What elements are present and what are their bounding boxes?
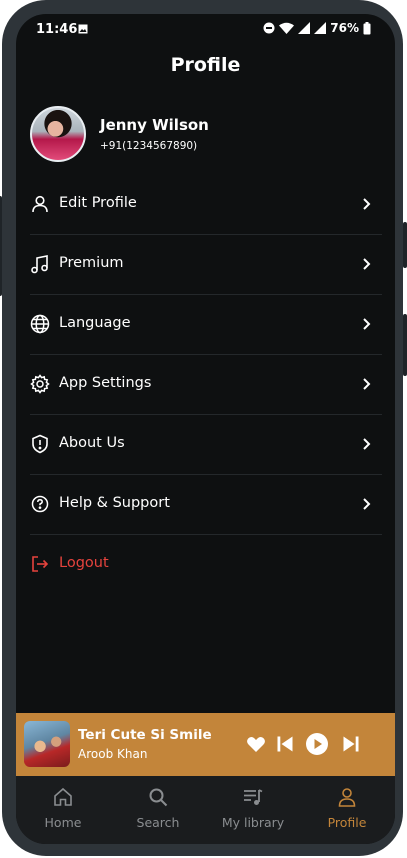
nav-profile[interactable]: Profile xyxy=(301,786,393,830)
question-circle-icon xyxy=(31,495,49,513)
menu-item-label: App Settings xyxy=(59,375,152,391)
menu-item-premium[interactable]: Premium xyxy=(30,235,382,295)
status-icons: 76% xyxy=(263,21,371,35)
phone-side-button xyxy=(403,222,407,268)
wifi-icon xyxy=(279,22,295,34)
menu-item-edit-profile[interactable]: Edit Profile xyxy=(30,175,382,235)
app-screen: 11:46 76% Profile Jenny Wilson +91(12345… xyxy=(16,14,395,844)
user-phone: +91(1234567890) xyxy=(100,140,198,152)
menu-item-label: Language xyxy=(59,315,131,331)
user-name: Jenny Wilson xyxy=(100,116,209,134)
profile-menu: Edit Profile Premium Language App Settin… xyxy=(30,175,382,594)
globe-icon xyxy=(30,314,50,334)
chevron-right-icon xyxy=(363,198,371,210)
heart-icon[interactable] xyxy=(245,733,267,755)
phone-side-button xyxy=(403,314,407,376)
user-icon xyxy=(32,195,48,213)
profile-header: Jenny Wilson +91(1234567890) xyxy=(30,106,380,162)
menu-item-about-us[interactable]: About Us xyxy=(30,415,382,475)
chevron-right-icon xyxy=(363,318,371,330)
nav-label: Home xyxy=(44,815,82,830)
menu-item-help-support[interactable]: Help & Support xyxy=(30,475,382,535)
gear-icon xyxy=(30,374,50,394)
chevron-right-icon xyxy=(363,498,371,510)
status-time: 11:46 xyxy=(36,22,78,37)
do-not-disturb-icon xyxy=(263,22,275,34)
status-bar: 11:46 76% xyxy=(16,14,395,44)
battery-icon xyxy=(363,21,371,34)
play-icon[interactable] xyxy=(305,732,329,756)
image-notification-icon xyxy=(78,24,88,34)
profile-icon xyxy=(338,788,356,807)
menu-item-label: Premium xyxy=(59,255,124,271)
nav-label: Search xyxy=(136,815,180,830)
menu-item-label: Edit Profile xyxy=(59,195,137,211)
signal-icon xyxy=(314,22,327,34)
nav-my-library[interactable]: My library xyxy=(207,786,299,830)
signal-icon xyxy=(298,22,311,34)
skip-next-icon[interactable] xyxy=(340,733,362,755)
menu-item-label: Help & Support xyxy=(59,495,170,511)
avatar[interactable] xyxy=(30,106,86,162)
logout-label: Logout xyxy=(59,555,109,571)
bottom-nav: Home Search My library Profile xyxy=(16,776,395,844)
nav-label: My library xyxy=(221,815,285,830)
home-icon xyxy=(54,787,72,806)
nav-label: Profile xyxy=(327,815,367,830)
menu-item-app-settings[interactable]: App Settings xyxy=(30,355,382,415)
nav-home[interactable]: Home xyxy=(17,786,109,830)
search-icon xyxy=(149,788,168,807)
page-title: Profile xyxy=(170,54,241,76)
battery-percent: 76% xyxy=(330,21,359,35)
logout-icon xyxy=(32,556,49,572)
now-playing-bar[interactable]: Teri Cute Si Smile Aroob Khan xyxy=(16,713,395,776)
song-title: Teri Cute Si Smile xyxy=(78,727,212,743)
phone-frame: 11:46 76% Profile Jenny Wilson +91(12345… xyxy=(0,0,407,856)
phone-side-button xyxy=(0,196,2,296)
chevron-right-icon xyxy=(363,258,371,270)
skip-previous-icon[interactable] xyxy=(274,733,296,755)
logout-button[interactable]: Logout xyxy=(30,535,382,594)
music-note-icon xyxy=(31,255,48,274)
song-artist: Aroob Khan xyxy=(78,747,148,761)
album-art xyxy=(24,721,70,767)
menu-item-label: About Us xyxy=(59,435,125,451)
shield-alert-icon xyxy=(32,434,48,454)
chevron-right-icon xyxy=(363,438,371,450)
library-icon xyxy=(244,789,263,805)
chevron-right-icon xyxy=(363,378,371,390)
menu-item-language[interactable]: Language xyxy=(30,295,382,355)
nav-search[interactable]: Search xyxy=(112,786,204,830)
